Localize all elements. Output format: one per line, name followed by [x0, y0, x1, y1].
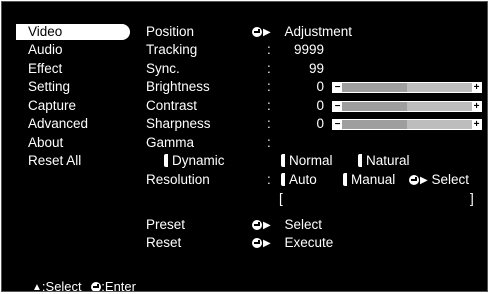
up-down-arrow-icon: ▲︎	[32, 282, 42, 292]
enter-icon	[252, 220, 262, 230]
option-label: Dynamic	[172, 153, 225, 168]
preset-select-button[interactable]: ▶ Select	[252, 217, 322, 234]
minus-icon: −	[334, 82, 341, 93]
menu-item-reset-all[interactable]: Reset All	[16, 153, 130, 169]
tracking-label: Tracking	[146, 42, 198, 57]
footer-help: ▲︎:Select :Enter	[32, 279, 136, 292]
enter-icon	[409, 175, 419, 185]
option-label: Auto	[289, 172, 317, 187]
menu-item-about[interactable]: About	[16, 135, 130, 151]
contrast-colon: :	[267, 98, 271, 113]
position-label: Position	[146, 24, 195, 39]
radio-marker-icon	[281, 154, 285, 167]
right-arrow-icon: ▶	[263, 27, 271, 38]
preset-value: Select	[284, 217, 322, 232]
menu-item-audio[interactable]: Audio	[16, 42, 130, 58]
contrast-slider[interactable]: − +	[332, 101, 482, 112]
resolution-bracket-close: ]	[470, 191, 474, 206]
option-label: Natural	[366, 153, 410, 168]
slider-fill	[342, 120, 407, 129]
reset-label: Reset	[146, 235, 182, 250]
reset-execute-button[interactable]: ▶ Execute	[252, 235, 333, 252]
sharpness-colon: :	[267, 116, 271, 131]
enter-icon	[252, 238, 262, 248]
radio-marker-icon	[281, 173, 285, 186]
resolution-bracket-open: [	[279, 191, 283, 206]
gamma-option-natural[interactable]: Natural	[358, 153, 410, 169]
slider-track	[342, 120, 472, 129]
minus-icon: −	[334, 101, 341, 112]
plus-icon: +	[473, 82, 480, 93]
brightness-slider[interactable]: − +	[332, 82, 482, 93]
radio-marker-icon	[358, 154, 362, 167]
slider-track	[342, 102, 472, 111]
radio-marker-icon	[164, 154, 168, 167]
tracking-colon: :	[267, 42, 271, 57]
slider-fill	[342, 102, 407, 111]
enter-icon	[252, 27, 262, 37]
menu-item-capture[interactable]: Capture	[16, 98, 130, 114]
sync-label: Sync.	[146, 61, 180, 76]
projector-osd-menu: Video Audio Effect Setting Capture Advan…	[1, 1, 488, 292]
option-label: Normal	[289, 153, 333, 168]
preset-label: Preset	[146, 217, 186, 232]
contrast-value: 0	[316, 98, 324, 113]
plus-icon: +	[473, 119, 480, 130]
sync-colon: :	[267, 61, 271, 76]
gamma-option-dynamic[interactable]: Dynamic	[164, 153, 225, 169]
right-arrow-icon: ▶	[263, 238, 271, 249]
slider-track	[342, 83, 472, 92]
sharpness-value: 0	[316, 116, 324, 131]
contrast-label: Contrast	[146, 98, 198, 113]
sharpness-label: Sharpness	[146, 116, 211, 131]
resolution-option-manual[interactable]: Manual	[343, 172, 395, 188]
brightness-colon: :	[267, 79, 271, 94]
radio-marker-icon	[343, 173, 347, 186]
resolution-colon: :	[267, 172, 271, 187]
brightness-label: Brightness	[146, 79, 210, 94]
menu-item-advanced[interactable]: Advanced	[16, 116, 130, 132]
resolution-label: Resolution	[146, 172, 210, 187]
gamma-label: Gamma	[146, 135, 195, 150]
enter-icon	[91, 282, 102, 291]
right-arrow-icon: ▶	[420, 175, 428, 186]
menu-item-setting[interactable]: Setting	[16, 79, 130, 95]
tracking-value[interactable]: 9999	[284, 42, 324, 58]
footer-select-label: :Select	[41, 279, 82, 292]
minus-icon: −	[334, 119, 341, 130]
menu-item-video[interactable]: Video	[16, 24, 130, 40]
gamma-colon: :	[267, 135, 271, 150]
position-adjust-button[interactable]: ▶ Adjustment	[252, 24, 352, 41]
reset-value: Execute	[284, 235, 334, 250]
position-value: Adjustment	[284, 24, 353, 39]
right-arrow-icon: ▶	[263, 220, 271, 231]
gamma-option-normal[interactable]: Normal	[281, 153, 333, 169]
plus-icon: +	[473, 101, 480, 112]
select-label: Select	[431, 172, 469, 187]
option-label: Manual	[351, 172, 396, 187]
sharpness-slider[interactable]: − +	[332, 119, 482, 130]
slider-fill	[342, 83, 407, 92]
brightness-value: 0	[316, 79, 324, 94]
footer-enter-label: :Enter	[101, 279, 136, 292]
sync-value[interactable]: 99	[284, 61, 324, 77]
resolution-select-button[interactable]: ▶ Select	[409, 172, 469, 189]
menu-item-effect[interactable]: Effect	[16, 61, 130, 77]
resolution-option-auto[interactable]: Auto	[281, 172, 317, 188]
